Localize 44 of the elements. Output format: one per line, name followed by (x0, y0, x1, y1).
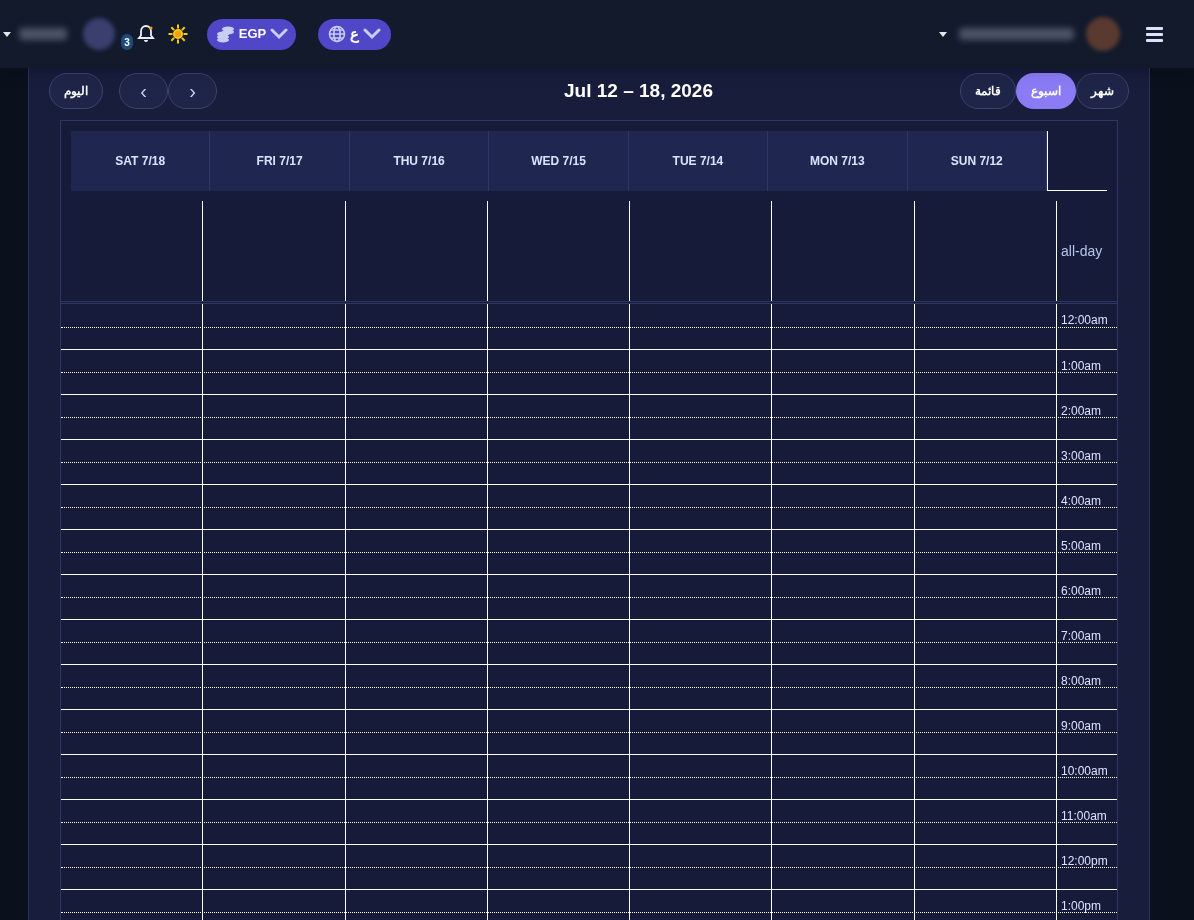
today-button[interactable]: اليوم (49, 73, 103, 109)
time-label: 10:00am (1061, 764, 1108, 778)
blurred-name (19, 28, 67, 40)
time-label: 7:00am (1061, 629, 1102, 643)
caret-down-icon (3, 31, 11, 37)
caret-down-icon (939, 31, 947, 37)
time-label: 1:00am (1061, 359, 1102, 373)
header-corner (1047, 131, 1107, 191)
day-header: WED 7/15 (489, 131, 629, 191)
time-label: 4:00am (1061, 494, 1102, 508)
time-label: 6:00am (1061, 584, 1102, 598)
notification-count: 3 (121, 34, 133, 50)
day-header: TUE 7/14 (628, 131, 769, 191)
time-label: 5:00am (1061, 539, 1102, 553)
time-label: 8:00am (1061, 674, 1102, 688)
coins-icon (214, 25, 235, 43)
view-tab[interactable]: شهر (1076, 73, 1129, 109)
next-button[interactable]: › (168, 73, 217, 109)
time-label: 12:00pm (1061, 854, 1108, 868)
day-header: SUN 7/12 (907, 131, 1047, 191)
day-header: THU 7/16 (349, 131, 490, 191)
all-day-label: all-day (1061, 241, 1103, 261)
bell-icon[interactable] (137, 24, 155, 44)
menu-icon[interactable] (1146, 26, 1163, 42)
language-selector[interactable]: ع (318, 18, 391, 50)
time-label: 1:00pm (1061, 899, 1102, 913)
chevron-down-icon (363, 28, 381, 40)
day-header: MON 7/13 (768, 131, 908, 191)
day-header: SAT 7/18 (71, 131, 211, 191)
view-tab[interactable]: قائمة (960, 73, 1016, 109)
globe-icon (328, 25, 346, 43)
date-range-title: Jul 12 – 18, 2026 (564, 78, 713, 103)
time-label: 2:00am (1061, 404, 1102, 418)
previous-button[interactable]: ‹ (119, 73, 168, 109)
avatar (83, 18, 115, 50)
currency-selector[interactable]: EGP (207, 18, 296, 50)
day-header: FRI 7/17 (210, 131, 350, 191)
avatar (1086, 17, 1120, 51)
chevron-down-icon (270, 28, 289, 40)
time-label: 9:00am (1061, 719, 1102, 733)
time-label: 11:00am (1061, 809, 1107, 823)
time-label: 3:00am (1061, 449, 1102, 463)
sun-icon[interactable] (168, 24, 188, 44)
time-label: 12:00am (1061, 313, 1108, 327)
